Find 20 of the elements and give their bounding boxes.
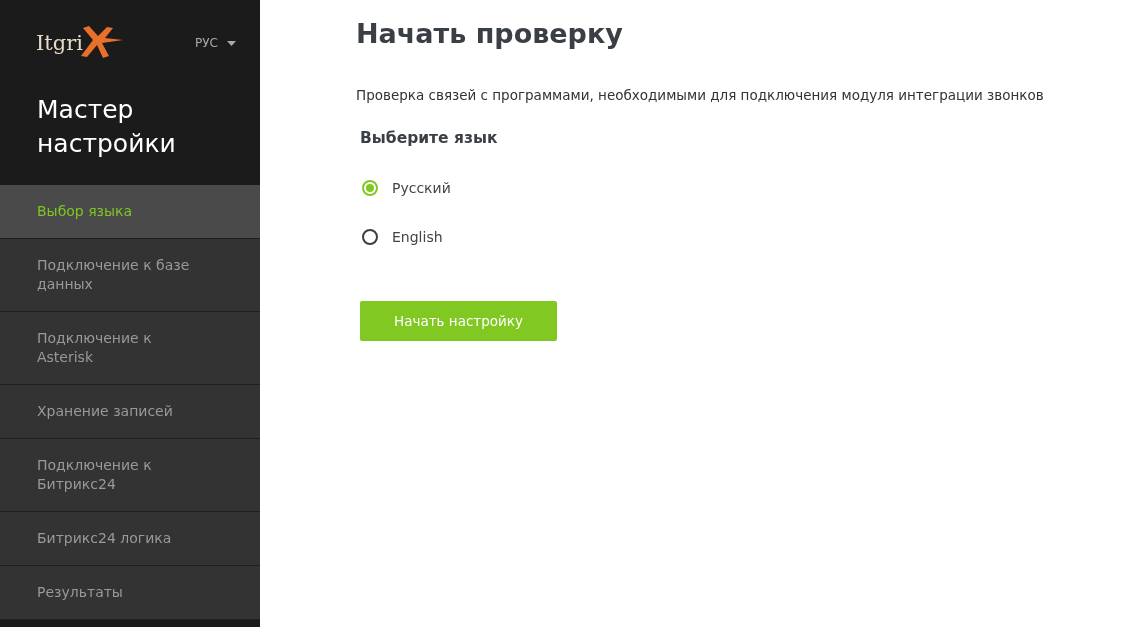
- nav-item[interactable]: Подключение к Asterisk: [0, 312, 260, 385]
- caret-icon: [227, 40, 236, 46]
- nav-item[interactable]: Хранение записей: [0, 385, 260, 439]
- logo-text: Itgri: [36, 31, 83, 55]
- section-heading: Выберите язык: [360, 129, 499, 147]
- nav-item[interactable]: Выбор языка: [0, 185, 260, 239]
- option-label: English: [392, 228, 443, 245]
- radio-button[interactable]: [362, 179, 378, 196]
- nav-item[interactable]: Подключение к базе данных: [0, 239, 260, 312]
- radio-button[interactable]: [362, 228, 378, 245]
- nav-item[interactable]: Результаты: [0, 566, 260, 620]
- option-label: Русский: [392, 179, 451, 196]
- sidebar-title: Мастер настройки: [37, 94, 177, 160]
- page-title: Начать проверку: [356, 18, 624, 49]
- language-dropdown[interactable]: РУС: [195, 36, 236, 50]
- nav-item[interactable]: Битрикс24 логика: [0, 512, 260, 566]
- description: Проверка связей с программами, необходимыми для подключения модуля интеграции звонков: [356, 87, 1044, 103]
- language-option[interactable]: English: [362, 226, 1044, 247]
- language-option[interactable]: Русский: [362, 177, 1044, 198]
- nav-item[interactable]: Подключение к Битрикс24: [0, 439, 260, 512]
